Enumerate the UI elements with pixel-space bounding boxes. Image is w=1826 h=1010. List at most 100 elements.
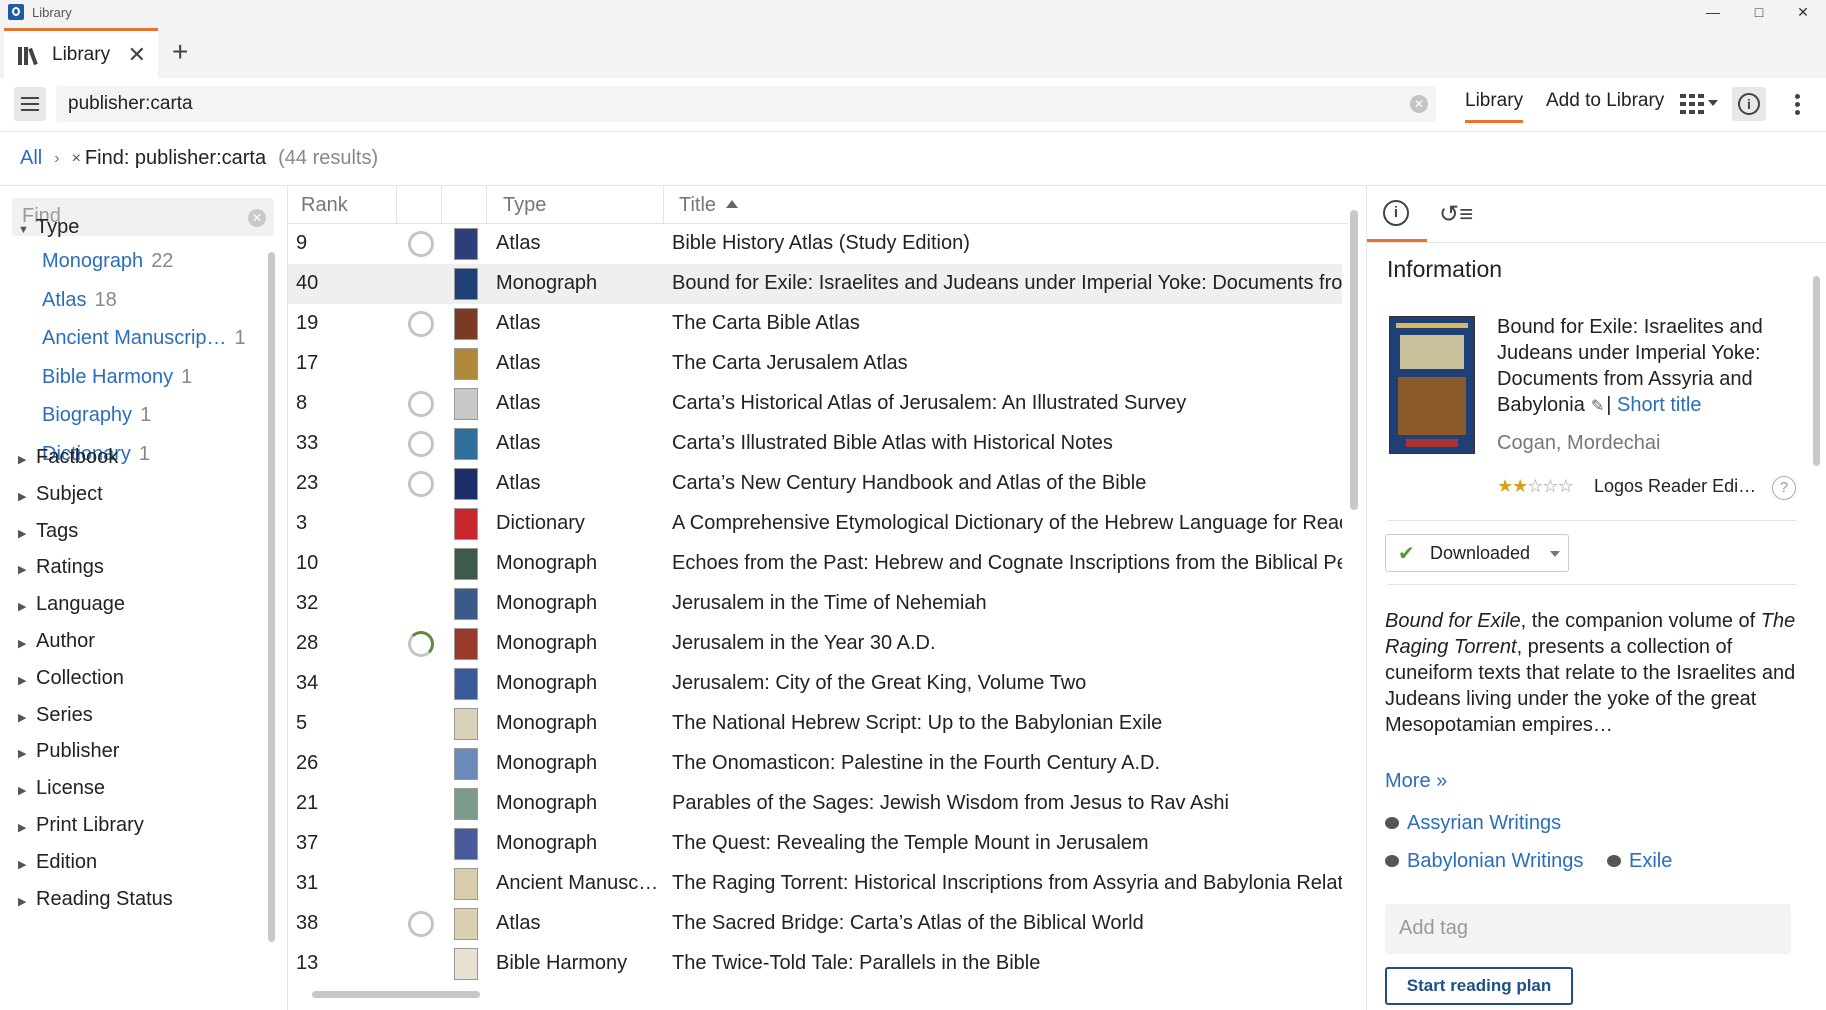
book-author[interactable]: Cogan, Mordechai	[1497, 432, 1660, 455]
title-column-header[interactable]: Title	[679, 194, 739, 217]
more-link[interactable]: More »	[1385, 770, 1447, 793]
facet-tags[interactable]: ▶ Tags	[18, 520, 78, 543]
star-icon[interactable]: ★	[1512, 476, 1528, 496]
table-row[interactable]: 9 Atlas Bible History Atlas (Study Edition…	[288, 224, 1342, 264]
row-rank: 8	[296, 392, 308, 414]
info-toggle-button[interactable]: i	[1732, 87, 1766, 121]
tab-library[interactable]: Library ✕	[4, 28, 158, 78]
row-title: Carta’s New Century Handbook and Atlas o…	[672, 472, 1147, 494]
table-row[interactable]: 33 Atlas Carta’s Illustrated Bible Atlas w…	[288, 424, 1342, 464]
type-facet-item[interactable]: Atlas 18	[42, 289, 117, 312]
facet-series[interactable]: ▶ Series	[18, 704, 93, 727]
table-row[interactable]: 13 Bible Harmony The Twice-Told Tale: Para…	[288, 944, 1342, 984]
list-header: Rank Type Title	[288, 186, 1348, 224]
short-title-link[interactable]: Short title	[1617, 394, 1701, 416]
table-row[interactable]: 8 Atlas Carta’s Historical Atlas of Jerusa…	[288, 384, 1342, 424]
row-rank: 5	[296, 712, 308, 734]
maximize-button[interactable]: □	[1736, 0, 1782, 24]
facet-author[interactable]: ▶ Author	[18, 630, 95, 653]
facet-collection[interactable]: ▶ Collection	[18, 667, 124, 690]
facet-reading-status[interactable]: ▶ Reading Status	[18, 888, 173, 911]
table-row[interactable]: 5 Monograph The National Hebrew Script: Up…	[288, 704, 1342, 744]
remove-filter-icon[interactable]: ×	[72, 150, 81, 168]
library-view-tab[interactable]: Library	[1465, 90, 1524, 123]
minimize-button[interactable]: —	[1690, 0, 1736, 24]
table-row[interactable]: 10 Monograph Echoes from the Past: Hebrew …	[288, 544, 1342, 584]
close-tab-icon[interactable]: ✕	[128, 42, 146, 68]
star-icon[interactable]: ☆	[1558, 476, 1574, 496]
view-grid-icon[interactable]	[1680, 94, 1704, 114]
table-row[interactable]: 17 Atlas The Carta Jerusalem Atlas	[288, 344, 1342, 384]
more-options-icon[interactable]	[1794, 92, 1800, 118]
view-dropdown-icon[interactable]	[1708, 100, 1718, 106]
star-icon[interactable]: ★	[1497, 476, 1513, 496]
clear-search-icon[interactable]: ✕	[1410, 95, 1428, 113]
edition-label[interactable]: Logos Reader Edi…	[1594, 476, 1756, 497]
list-vertical-scrollbar[interactable]	[1350, 210, 1358, 510]
row-type: Atlas	[496, 232, 541, 254]
edit-title-icon[interactable]: ✎	[1591, 398, 1604, 415]
table-row[interactable]: 23 Atlas Carta’s New Century Handbook and …	[288, 464, 1342, 504]
topic-link[interactable]: Babylonian Writings	[1385, 850, 1583, 873]
search-input[interactable]: publisher:carta ✕	[56, 86, 1436, 122]
collapsed-arrow-icon: ▶	[18, 895, 27, 908]
type-facet-item[interactable]: Biography 1	[42, 404, 151, 427]
book-cover[interactable]	[1389, 316, 1475, 454]
close-window-button[interactable]: ✕	[1780, 0, 1826, 24]
table-row[interactable]: 19 Atlas The Carta Bible Atlas	[288, 304, 1342, 344]
facet-type[interactable]: ▼ Type	[18, 216, 79, 239]
table-row[interactable]: 26 Monograph The Onomasticon: Palestine in…	[288, 744, 1342, 784]
reading-progress-icon	[408, 391, 434, 417]
type-column-header[interactable]: Type	[503, 194, 546, 217]
start-reading-plan-button[interactable]: Start reading plan	[1385, 967, 1573, 1005]
add-to-library-tab[interactable]: Add to Library	[1546, 90, 1664, 112]
star-icon[interactable]: ☆	[1542, 476, 1558, 496]
download-status-button[interactable]: ✔ Downloaded	[1385, 534, 1569, 572]
reading-plan-tab-icon[interactable]: ↺≡	[1439, 200, 1473, 229]
rating-stars[interactable]: ★★☆☆☆	[1497, 476, 1574, 497]
facet-scrollbar[interactable]	[268, 252, 275, 942]
topic-link[interactable]: Assyrian Writings	[1385, 812, 1561, 835]
type-facet-item[interactable]: Monograph 22	[42, 250, 173, 273]
topic-link[interactable]: Exile	[1607, 850, 1672, 873]
table-row[interactable]: 40 Monograph Bound for Exile: Israelites a…	[288, 264, 1342, 304]
cover-thumbnail	[454, 628, 478, 660]
tab-strip: Library ✕ +	[0, 24, 1826, 78]
facet-language[interactable]: ▶ Language	[18, 593, 125, 616]
row-rank: 32	[296, 592, 319, 614]
type-facet-item[interactable]: Bible Harmony 1	[42, 366, 192, 389]
facet-edition[interactable]: ▶ Edition	[18, 851, 97, 874]
facet-factbook[interactable]: ▶ Factbook	[18, 446, 118, 469]
table-row[interactable]: 34 Monograph Jerusalem: City of the Great …	[288, 664, 1342, 704]
row-rank: 31	[296, 872, 319, 894]
facet-subject[interactable]: ▶ Subject	[18, 483, 103, 506]
row-title: Jerusalem in the Year 30 A.D.	[672, 632, 936, 654]
table-row[interactable]: 21 Monograph Parables of the Sages: Jewish…	[288, 784, 1342, 824]
tab-information[interactable]: i	[1367, 186, 1427, 242]
facet-ratings[interactable]: ▶ Ratings	[18, 556, 104, 579]
add-tag-input[interactable]: Add tag	[1385, 904, 1791, 954]
new-tab-button[interactable]: +	[172, 38, 188, 66]
facet-publisher[interactable]: ▶ Publisher	[18, 740, 119, 763]
menu-button[interactable]	[14, 87, 46, 121]
panel-heading: Information	[1387, 256, 1503, 282]
table-row[interactable]: 28 Monograph Jerusalem in the Year 30 A.D.	[288, 624, 1342, 664]
type-facet-item[interactable]: Ancient Manuscrip… 1	[42, 327, 246, 350]
list-horizontal-scrollbar[interactable]	[312, 991, 480, 998]
facet-license[interactable]: ▶ License	[18, 777, 105, 800]
facet-print-library[interactable]: ▶ Print Library	[18, 814, 144, 837]
panel-scrollbar[interactable]	[1813, 276, 1820, 466]
row-title: The Onomasticon: Palestine in the Fourth…	[672, 752, 1161, 774]
clear-find-icon[interactable]: ✕	[248, 209, 266, 227]
table-row[interactable]: 3 Dictionary A Comprehensive Etymological …	[288, 504, 1342, 544]
help-icon[interactable]: ?	[1772, 476, 1796, 500]
rank-column-header[interactable]: Rank	[301, 194, 348, 217]
collapsed-arrow-icon: ▶	[18, 454, 27, 466]
star-icon[interactable]: ☆	[1527, 476, 1543, 496]
breadcrumb-all[interactable]: All	[20, 147, 42, 170]
table-row[interactable]: 32 Monograph Jerusalem in the Time of Nehe…	[288, 584, 1342, 624]
row-title: A Comprehensive Etymological Dictionary …	[672, 512, 1342, 534]
table-row[interactable]: 38 Atlas The Sacred Bridge: Carta’s Atlas …	[288, 904, 1342, 944]
table-row[interactable]: 37 Monograph The Quest: Revealing the Temp…	[288, 824, 1342, 864]
table-row[interactable]: 31 Ancient Manusc… The Raging Torrent: His…	[288, 864, 1342, 904]
